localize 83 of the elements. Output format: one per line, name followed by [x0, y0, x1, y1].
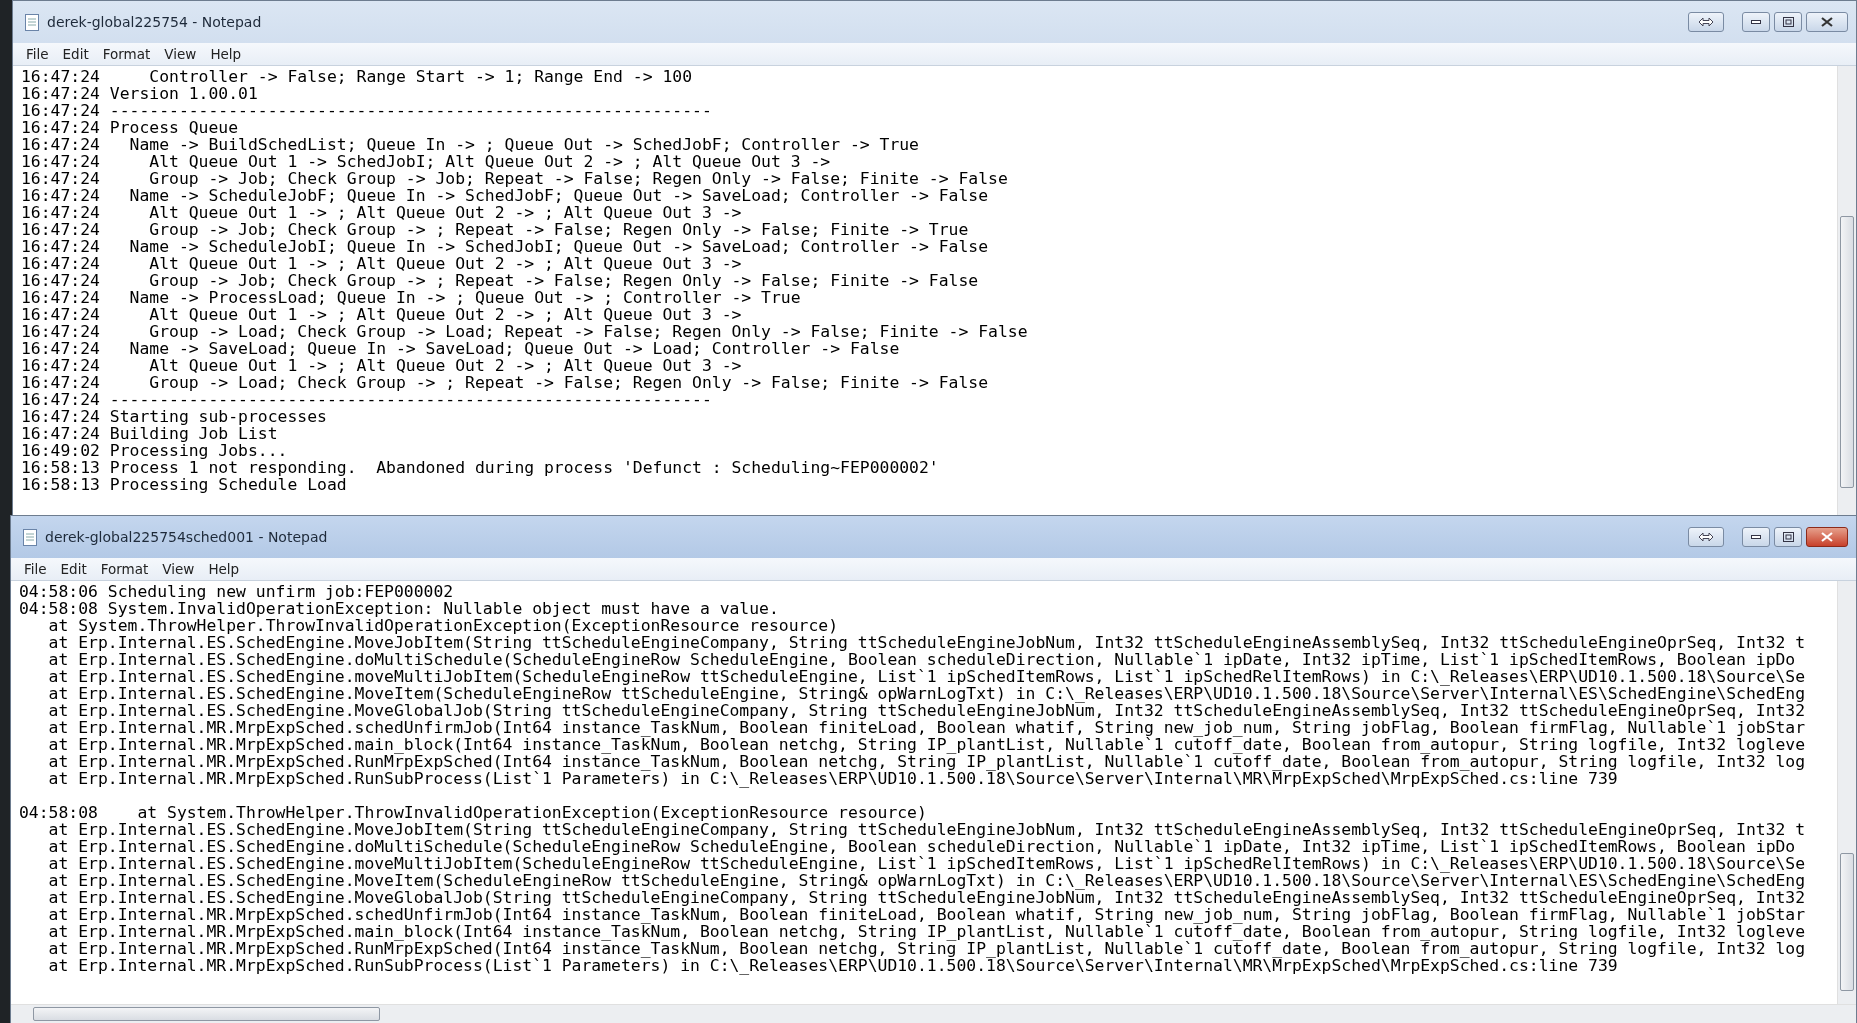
- maximize-button[interactable]: [1774, 527, 1802, 547]
- scroll-thumb[interactable]: [33, 1007, 380, 1021]
- text-line: at Erp.Internal.ES.SchedEngine.MoveItem(ScheduleEngineRow ttScheduleEngine, String& opWarnLogTxt) in C:\_Releases\ERP\UD10.1.500.18\Source\Server\Internal\ES\SchedEngine\SchedEng: [47, 685, 1806, 702]
- text-line: 16:47:24 Name -> ScheduleJobI; Queue In -> SchedJobI; Queue Out -> SaveLoad; Controller -> False: [21, 238, 989, 255]
- text-line: 16:47:24 -------------------------------------------------------------: [21, 102, 712, 119]
- text-line: 16:47:24 Version 1.00.01: [21, 85, 258, 102]
- text-line: 16:47:24 Name -> SaveLoad; Queue In -> SaveLoad; Queue Out -> Load; Controller -> False: [21, 340, 900, 357]
- text-line: at System.ThrowHelper.ThrowInvalidOperationException(ExceptionResource resource): [47, 617, 839, 634]
- minimize-button[interactable]: [1742, 12, 1770, 32]
- text-line: at Erp.Internal.MR.MrpExpSched.schedUnfirmJob(Int64 instance_TaskNum, Boolean finiteLoad, Boolean whatif, String new_job_num, String jobFlag, Boolean firmFlag, Nullable`1 jobStar: [47, 719, 1806, 736]
- window-title: derek-global225754sched001 - Notepad: [45, 529, 329, 545]
- resize-button[interactable]: [1688, 12, 1724, 32]
- text-line: 16:47:24 Group -> Job; Check Group -> Job; Repeat -> False; Regen Only -> False; Finite -> False: [21, 170, 1008, 187]
- close-icon: [1821, 17, 1833, 27]
- maximize-icon: [1782, 17, 1794, 27]
- menu-item[interactable]: Format: [95, 46, 158, 62]
- menu-item[interactable]: File: [19, 46, 56, 62]
- text-line: 04:58:06 Scheduling new unfirm job:FEP000002: [19, 583, 454, 600]
- text-line: 16:47:24 Process Queue: [21, 119, 239, 136]
- text-line: at Erp.Internal.ES.SchedEngine.doMultiSchedule(ScheduleEngineRow ScheduleEngine, Boolean scheduleDirection, Nullable`1 ipDate, Int32 ipTime, List`1 ipSchedItemRows, Boolean ipDo: [47, 651, 1796, 668]
- text-line: at Erp.Internal.ES.SchedEngine.MoveGlobalJob(String ttScheduleEngineCompany, String ttScheduleEngineJobNum, Int32 ttScheduleEngineAssemblySeq, Int32 ttScheduleEngineOprSeq, Int32: [47, 702, 1806, 719]
- text-line: 16:47:24 Group -> Load; Check Group -> ; Repeat -> False; Regen Only -> False; Finite -> False: [21, 374, 989, 391]
- notepad-icon: [25, 13, 39, 31]
- text-line: at Erp.Internal.MR.MrpExpSched.RunSubProcess(List`1 Parameters) in C:\_Releases\ERP\UD10.1.500.18\Source\Server\Internal\MR\MrpExpSched\MrpExpSched.cs:line 739: [47, 957, 1618, 974]
- text-line: at Erp.Internal.MR.MrpExpSched.main_block(Int64 instance_TaskNum, Boolean netchg, String IP_plantList, Nullable`1 cutoff_date, Boolean from_autopur, String logfile, Int32 logleve: [47, 736, 1806, 753]
- close-button[interactable]: [1806, 12, 1848, 32]
- minimize-icon: [1751, 20, 1761, 24]
- scroll-thumb[interactable]: [1840, 216, 1854, 488]
- vertical-scrollbar[interactable]: [1837, 66, 1856, 515]
- text-line: 16:47:24 Group -> Job; Check Group -> ; Repeat -> False; Regen Only -> False; Finite -> False: [21, 272, 979, 289]
- text-line: 16:47:24 Building Job List: [21, 425, 278, 442]
- minimize-icon: [1751, 535, 1761, 539]
- text-line: 16:47:24 Group -> Job; Check Group -> ; Repeat -> False; Regen Only -> False; Finite -> True: [21, 221, 969, 238]
- text-line: 04:58:08 at System.ThrowHelper.ThrowInvalidOperationException(ExceptionResource resource): [19, 804, 927, 821]
- text-line: 16:47:24 Name -> ProcessLoad; Queue In -> ; Queue Out -> ; Controller -> True: [21, 289, 801, 306]
- text-line: at Erp.Internal.MR.MrpExpSched.RunMrpExpSched(Int64 instance_TaskNum, Boolean netchg, String IP_plantList, Nullable`1 cutoff_date, Boolean from_autopur, String logfile, Int32 log: [47, 753, 1806, 770]
- close-icon: [1821, 532, 1833, 542]
- text-line: 16:47:24 -------------------------------------------------------------: [21, 391, 712, 408]
- text-line: at Erp.Internal.ES.SchedEngine.MoveItem(ScheduleEngineRow ttScheduleEngine, String& opWarnLogTxt) in C:\_Releases\ERP\UD10.1.500.18\Source\Server\Internal\ES\SchedEngine\SchedEng: [47, 872, 1806, 889]
- menu-item[interactable]: Help: [201, 561, 247, 577]
- text-line: at Erp.Internal.MR.MrpExpSched.main_block(Int64 instance_TaskNum, Boolean netchg, String IP_plantList, Nullable`1 cutoff_date, Boolean from_autopur, String logfile, Int32 logleve: [47, 923, 1806, 940]
- text-line: at Erp.Internal.ES.SchedEngine.MoveJobItem(String ttScheduleEngineCompany, String ttScheduleEngineJobNum, Int32 ttScheduleEngineAssemblySeq, Int32 ttScheduleEngineOprSeq, Int32 t: [47, 634, 1806, 651]
- text-line: 04:58:08 System.InvalidOperationException: Nullable object must have a value.: [19, 600, 779, 617]
- notepad-icon: [23, 528, 37, 546]
- window-title: derek-global225754 - Notepad: [47, 14, 263, 30]
- vertical-scrollbar[interactable]: [1837, 581, 1856, 1004]
- text-line: 16:58:13 Process 1 not responding. Abandoned during process 'Defunct : Scheduling~FEP000002': [21, 459, 939, 476]
- close-button[interactable]: [1806, 527, 1848, 547]
- text-line: 16:47:24 Alt Queue Out 1 -> ; Alt Queue Out 2 -> ; Alt Queue Out 3 ->: [21, 204, 742, 221]
- text-line: 16:47:24 Alt Queue Out 1 -> ; Alt Queue Out 2 -> ; Alt Queue Out 3 ->: [21, 255, 742, 272]
- text-line: at Erp.Internal.ES.SchedEngine.moveMultiJobItem(ScheduleEngineRow ttScheduleEngine, List`1 ipSchedItemRows, List`1 ipSchedRelItemRows) in C:\_Releases\ERP\UD10.1.500.18\Source\Se: [47, 668, 1806, 685]
- text-line: 16:47:24 Starting sub-processes: [21, 408, 327, 425]
- scroll-thumb[interactable]: [1840, 853, 1854, 991]
- text-line: at Erp.Internal.MR.MrpExpSched.RunMrpExpSched(Int64 instance_TaskNum, Boolean netchg, String IP_plantList, Nullable`1 cutoff_date, Boolean from_autopur, String logfile, Int32 log: [47, 940, 1806, 957]
- text-line: 16:58:13 Processing Schedule Load: [21, 476, 347, 493]
- text-line: 16:47:24 Controller -> False; Range Start -> 1; Range End -> 100: [21, 68, 693, 85]
- text-line: at Erp.Internal.ES.SchedEngine.moveMultiJobItem(ScheduleEngineRow ttScheduleEngine, List`1 ipSchedItemRows, List`1 ipSchedRelItemRows) in C:\_Releases\ERP\UD10.1.500.18\Source\Se: [47, 855, 1806, 872]
- horizontal-scrollbar[interactable]: [11, 1004, 1856, 1023]
- double-arrow-icon: [1698, 17, 1714, 27]
- text-line: 16:47:24 Group -> Load; Check Group -> Load; Repeat -> False; Regen Only -> False; Finite -> False: [21, 323, 1028, 340]
- text-line: 16:49:02 Processing Jobs...: [21, 442, 288, 459]
- menu-item[interactable]: Edit: [53, 561, 94, 577]
- text-line: 16:47:24 Name -> ScheduleJobF; Queue In -> SchedJobF; Queue Out -> SaveLoad; Controller -> False: [21, 187, 989, 204]
- menu-item[interactable]: File: [17, 561, 54, 577]
- maximize-button[interactable]: [1774, 12, 1802, 32]
- text-line: 16:47:24 Alt Queue Out 1 -> ; Alt Queue Out 2 -> ; Alt Queue Out 3 ->: [21, 306, 742, 323]
- menu-item[interactable]: View: [157, 46, 204, 62]
- text-line: at Erp.Internal.MR.MrpExpSched.RunSubProcess(List`1 Parameters) in C:\_Releases\ERP\UD10.1.500.18\Source\Server\Internal\MR\MrpExpSched\MrpExpSched.cs:line 739: [47, 770, 1618, 787]
- text-line: 16:47:24 Name -> BuildSchedList; Queue In -> ; Queue Out -> SchedJobF; Controller -> True: [21, 136, 919, 153]
- text-line: at Erp.Internal.ES.SchedEngine.doMultiSchedule(ScheduleEngineRow ScheduleEngine, Boolean scheduleDirection, Nullable`1 ipDate, Int32 ipTime, List`1 ipSchedItemRows, Boolean ipDo: [47, 838, 1796, 855]
- menu-item[interactable]: Edit: [55, 46, 96, 62]
- maximize-icon: [1782, 532, 1794, 542]
- minimize-button[interactable]: [1742, 527, 1770, 547]
- text-line: at Erp.Internal.ES.SchedEngine.MoveJobItem(String ttScheduleEngineCompany, String ttScheduleEngineJobNum, Int32 ttScheduleEngineAssemblySeq, Int32 ttScheduleEngineOprSeq, Int32 t: [47, 821, 1806, 838]
- double-arrow-icon: [1698, 532, 1714, 542]
- menu-item[interactable]: View: [155, 561, 202, 577]
- menu-item[interactable]: Help: [203, 46, 249, 62]
- text-line: 16:47:24 Alt Queue Out 1 -> SchedJobI; Alt Queue Out 2 -> ; Alt Queue Out 3 ->: [21, 153, 831, 170]
- text-line: at Erp.Internal.MR.MrpExpSched.schedUnfirmJob(Int64 instance_TaskNum, Boolean finiteLoad, Boolean whatif, String new_job_num, String jobFlag, Boolean firmFlag, Nullable`1 jobStar: [47, 906, 1806, 923]
- menu-item[interactable]: Format: [93, 561, 156, 577]
- text-line: at Erp.Internal.ES.SchedEngine.MoveGlobalJob(String ttScheduleEngineCompany, String ttScheduleEngineJobNum, Int32 ttScheduleEngineAssemblySeq, Int32 ttScheduleEngineOprSeq, Int32: [47, 889, 1806, 906]
- text-line: 16:47:24 Alt Queue Out 1 -> ; Alt Queue Out 2 -> ; Alt Queue Out 3 ->: [21, 357, 742, 374]
- resize-button[interactable]: [1688, 527, 1724, 547]
